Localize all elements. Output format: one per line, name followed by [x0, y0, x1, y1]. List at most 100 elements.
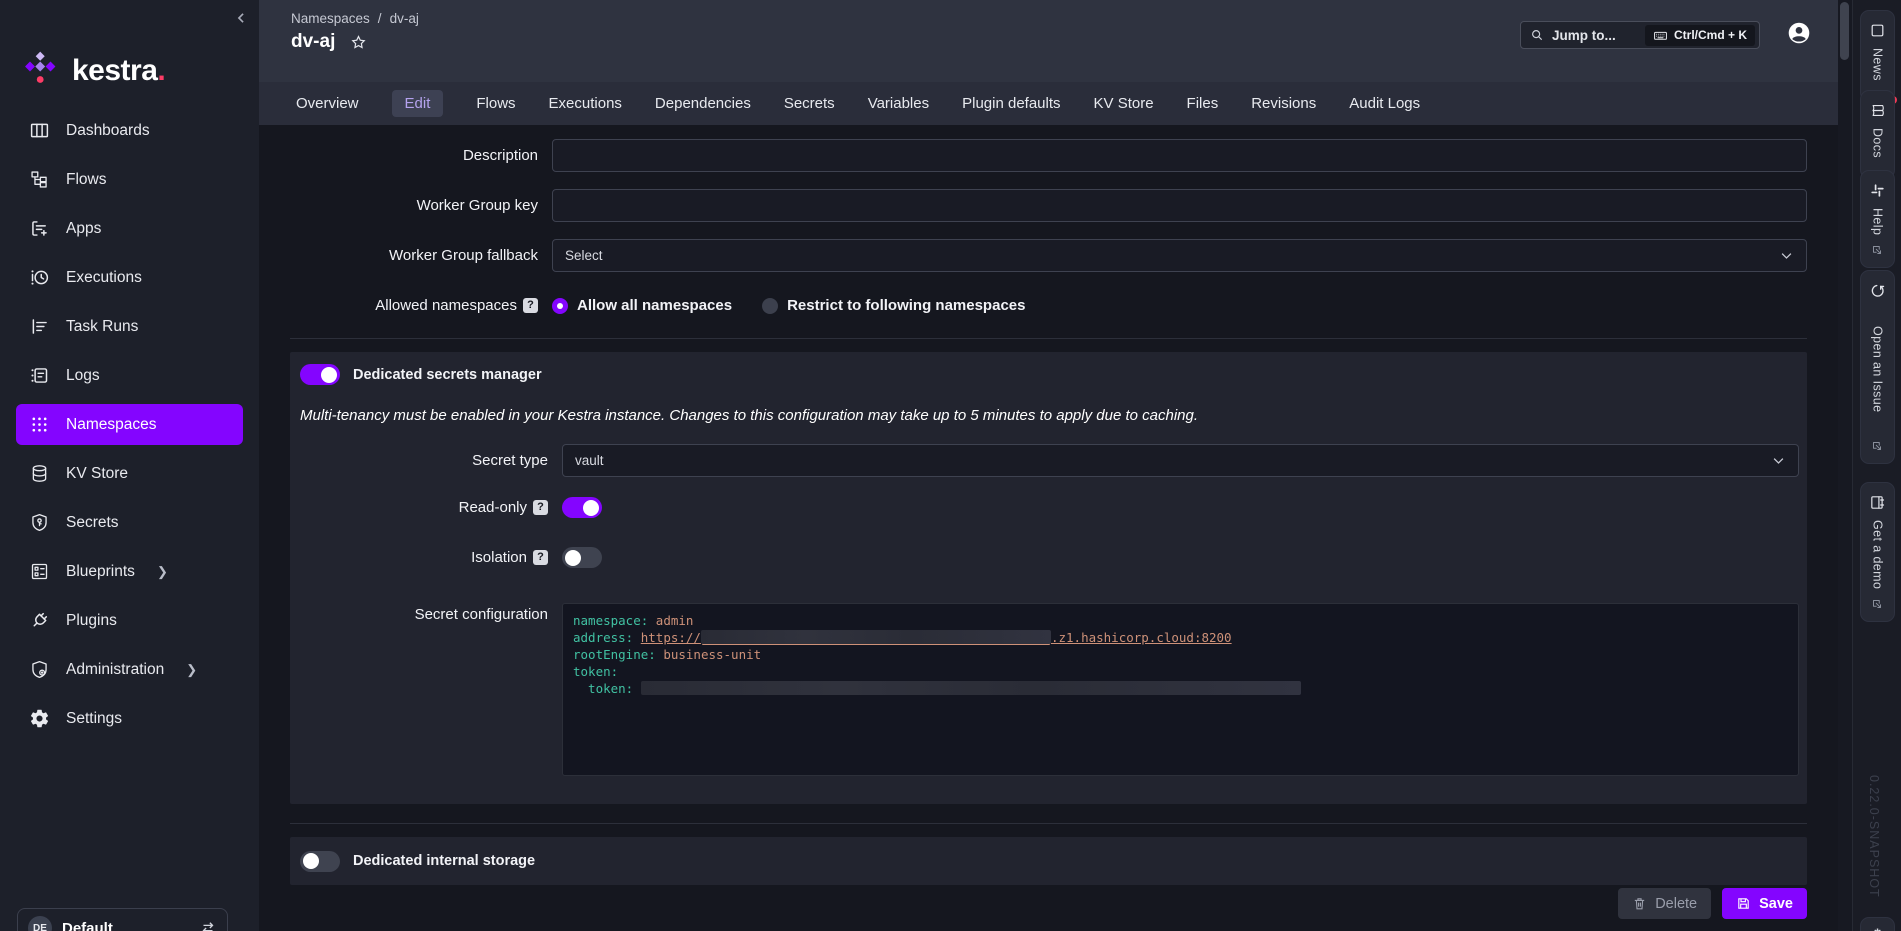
- secret-configuration-editor[interactable]: namespace: adminaddress: https://.z1.has…: [562, 603, 1799, 776]
- breadcrumb-page[interactable]: dv-aj: [390, 11, 419, 26]
- radio-allow-all-namespaces[interactable]: Allow all namespaces: [552, 297, 732, 314]
- scrollbar-thumb[interactable]: [1840, 2, 1849, 60]
- favorite-star-icon[interactable]: [350, 34, 367, 51]
- news-icon: [1869, 22, 1886, 39]
- rail-button-news[interactable]: News: [1860, 10, 1895, 102]
- kv-store-icon: [28, 463, 50, 485]
- read-only-label: Read-only?: [300, 497, 548, 518]
- code-token: https://: [641, 630, 701, 645]
- code-token: business-unit: [656, 647, 761, 662]
- logs-icon: [28, 365, 50, 387]
- tab-executions[interactable]: Executions: [549, 95, 622, 112]
- tab-edit[interactable]: Edit: [392, 90, 444, 117]
- rail-button-open-an-issue[interactable]: Open an Issue: [1860, 270, 1895, 464]
- tab-dependencies[interactable]: Dependencies: [655, 95, 751, 112]
- tab-secrets[interactable]: Secrets: [784, 95, 835, 112]
- help-icon[interactable]: ?: [533, 500, 548, 515]
- tab-variables[interactable]: Variables: [868, 95, 929, 112]
- worker-group-fallback-value: Select: [565, 248, 603, 263]
- jump-to-search[interactable]: Jump to... Ctrl/Cmd + K: [1520, 21, 1760, 49]
- rail-button-get-a-demo[interactable]: Get a demo: [1860, 482, 1895, 622]
- executions-icon: [28, 267, 50, 289]
- sidebar-item-task-runs[interactable]: Task Runs: [16, 306, 243, 347]
- dedicated-internal-storage-label: Dedicated internal storage: [353, 853, 535, 869]
- code-token: token:: [573, 681, 633, 696]
- docs-icon: [1869, 102, 1886, 119]
- worker-group-fallback-label: Worker Group fallback: [290, 239, 538, 272]
- chevron-down-icon: [1779, 248, 1794, 263]
- rail-button-docs[interactable]: Docs: [1860, 90, 1895, 179]
- external-link-icon: [1872, 440, 1884, 452]
- radio-unselected-icon: [762, 298, 778, 314]
- rail-partial-button[interactable]: ✱: [1860, 917, 1895, 931]
- dedicated-secrets-manager-toggle[interactable]: [300, 364, 340, 385]
- switch-tenant-icon[interactable]: [199, 919, 217, 931]
- sidebar-item-apps[interactable]: Apps: [16, 208, 243, 249]
- sparkle-icon: ✱: [1874, 927, 1882, 931]
- right-rail: 0.22.0-SNAPSHOT ✱ NewsDocsHelpOpen an Is…: [1852, 0, 1901, 931]
- rail-button-label: Help: [1871, 208, 1885, 235]
- tenant-avatar: DE: [28, 916, 52, 931]
- chevron-right-icon: ❯: [157, 564, 168, 580]
- read-only-toggle[interactable]: [562, 497, 602, 518]
- description-row: Description: [290, 139, 1807, 172]
- worker-group-fallback-select[interactable]: Select: [552, 239, 1807, 272]
- flows-icon: [28, 169, 50, 191]
- sidebar-item-blueprints[interactable]: Blueprints❯: [16, 551, 243, 592]
- sidebar-item-logs[interactable]: Logs: [16, 355, 243, 396]
- breadcrumb-namespaces[interactable]: Namespaces: [291, 11, 370, 26]
- sidebar-collapse-icon[interactable]: [231, 8, 251, 28]
- tab-kv-store[interactable]: KV Store: [1094, 95, 1154, 112]
- kestra-app: kestra. Dashboards Flows Apps Executions Tas…: [0, 0, 1901, 931]
- radio-restrict-namespaces[interactable]: Restrict to following namespaces: [762, 297, 1025, 314]
- tab-revisions[interactable]: Revisions: [1251, 95, 1316, 112]
- restart-icon: [1869, 282, 1886, 299]
- allowed-namespaces-row: Allowed namespaces? Allow all namespaces…: [290, 289, 1807, 322]
- code-line-3: rootEngine: business-unit: [573, 646, 1788, 663]
- sidebar-item-label: Dashboards: [66, 122, 150, 140]
- description-label: Description: [290, 139, 538, 172]
- dedicated-internal-storage-panel: Dedicated internal storage: [290, 837, 1807, 885]
- save-button[interactable]: Save: [1722, 888, 1807, 919]
- multi-tenancy-note: Multi-tenancy must be enabled in your Ke…: [300, 407, 1799, 424]
- rail-button-help[interactable]: Help: [1860, 170, 1895, 268]
- vertical-scrollbar[interactable]: [1838, 0, 1852, 931]
- help-icon[interactable]: ?: [533, 550, 548, 565]
- tab-flows[interactable]: Flows: [476, 95, 515, 112]
- sidebar-item-settings[interactable]: Settings: [16, 698, 243, 739]
- sidebar-item-plugins[interactable]: Plugins: [16, 600, 243, 641]
- isolation-toggle[interactable]: [562, 547, 602, 568]
- plugins-icon: [28, 610, 50, 632]
- allowed-namespaces-label: Allowed namespaces?: [290, 289, 538, 322]
- worker-group-key-input[interactable]: [552, 189, 1807, 222]
- tab-files[interactable]: Files: [1187, 95, 1219, 112]
- left-sidebar: kestra. Dashboards Flows Apps Executions Tas…: [0, 0, 259, 931]
- delete-button[interactable]: Delete: [1618, 888, 1711, 919]
- tab-plugin-defaults[interactable]: Plugin defaults: [962, 95, 1060, 112]
- chevron-right-icon: ❯: [186, 662, 197, 678]
- sidebar-item-dashboards[interactable]: Dashboards: [16, 110, 243, 151]
- kestra-logo[interactable]: kestra.: [0, 0, 259, 106]
- help-icon[interactable]: ?: [523, 298, 538, 313]
- section-divider: [290, 338, 1807, 339]
- tab-audit-logs[interactable]: Audit Logs: [1349, 95, 1420, 112]
- sidebar-item-administration[interactable]: Administration❯: [16, 649, 243, 690]
- sidebar-item-kv-store[interactable]: KV Store: [16, 453, 243, 494]
- code-token: namespace:: [573, 613, 648, 628]
- secret-configuration-label: Secret configuration: [300, 603, 548, 776]
- sidebar-item-flows[interactable]: Flows: [16, 159, 243, 200]
- dedicated-internal-storage-toggle[interactable]: [300, 851, 340, 872]
- description-input[interactable]: [552, 139, 1807, 172]
- sidebar-item-executions[interactable]: Executions: [16, 257, 243, 298]
- task-runs-icon: [28, 316, 50, 338]
- sidebar-item-secrets[interactable]: Secrets: [16, 502, 243, 543]
- secret-type-select[interactable]: vault: [562, 444, 1799, 477]
- tenant-name: Default: [62, 920, 189, 931]
- user-avatar-icon[interactable]: [1786, 20, 1812, 46]
- main-area: Namespaces / dv-aj dv-aj Jump to...: [259, 0, 1852, 931]
- sidebar-item-label: Namespaces: [66, 416, 156, 434]
- sidebar-item-namespaces[interactable]: Namespaces: [16, 404, 243, 445]
- sidebar-item-label: Executions: [66, 269, 142, 287]
- tab-overview[interactable]: Overview: [296, 95, 359, 112]
- tenant-selector[interactable]: DE Default: [17, 908, 228, 931]
